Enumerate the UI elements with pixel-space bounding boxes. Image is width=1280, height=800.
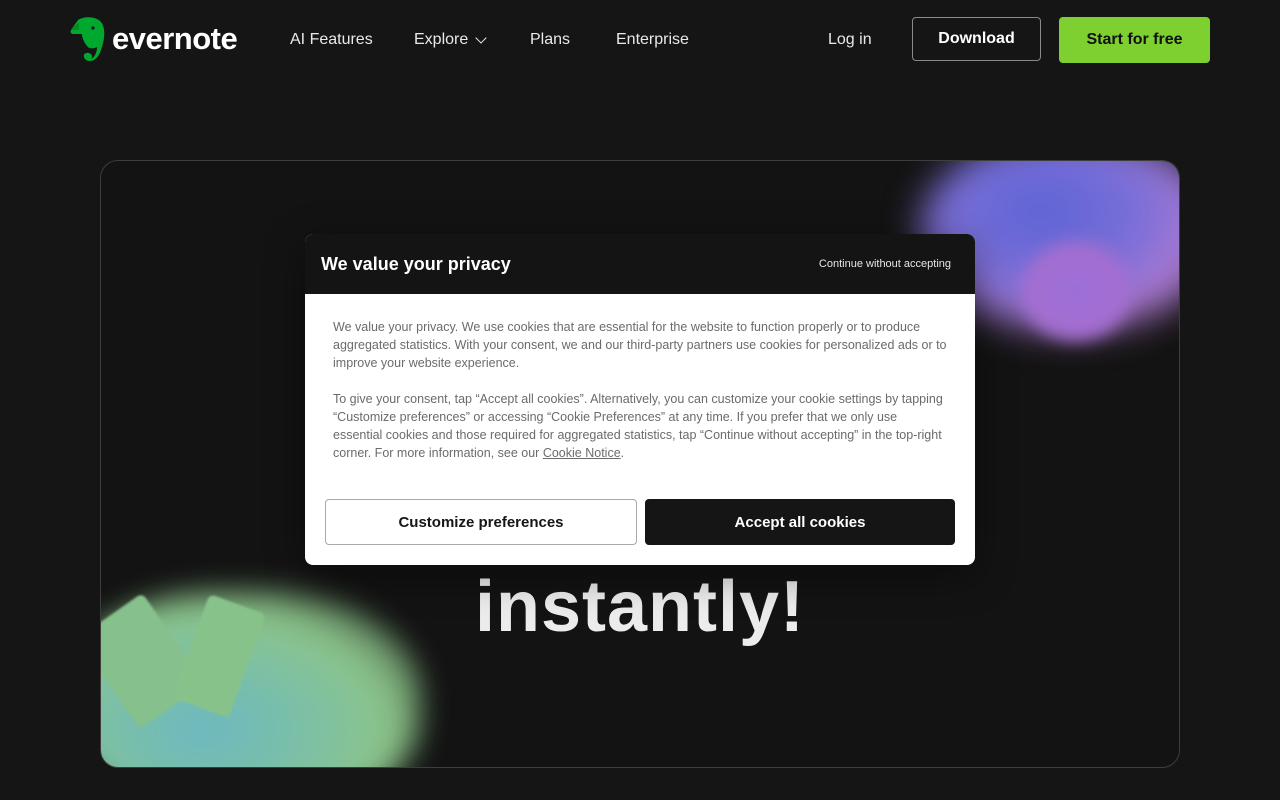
evernote-logo[interactable]: evernote bbox=[70, 16, 238, 62]
decorative-purple-blob-lobe bbox=[1021, 241, 1131, 341]
nav-explore-label: Explore bbox=[414, 31, 469, 48]
customize-preferences-button[interactable]: Customize preferences bbox=[325, 499, 637, 545]
cookie-consent-dialog: We value your privacy Continue without a… bbox=[305, 234, 975, 565]
cookie-paragraph-2-text: To give your consent, tap “Accept all co… bbox=[333, 392, 943, 460]
evernote-elephant-icon bbox=[70, 17, 105, 61]
login-link[interactable]: Log in bbox=[828, 0, 872, 80]
accept-all-cookies-button[interactable]: Accept all cookies bbox=[645, 499, 955, 545]
cookie-dialog-title: We value your privacy bbox=[321, 253, 511, 274]
nav-ai-features[interactable]: AI Features bbox=[290, 0, 373, 80]
start-for-free-button[interactable]: Start for free bbox=[1059, 17, 1210, 63]
continue-without-accepting-link[interactable]: Continue without accepting bbox=[819, 258, 951, 270]
nav-plans[interactable]: Plans bbox=[530, 0, 570, 80]
nav-explore[interactable]: Explore bbox=[414, 0, 487, 80]
download-button[interactable]: Download bbox=[912, 17, 1041, 61]
cookie-dialog-body: We value your privacy. We use cookies th… bbox=[305, 294, 975, 462]
cookie-paragraph-1: We value your privacy. We use cookies th… bbox=[333, 320, 947, 370]
cookie-dialog-header: We value your privacy Continue without a… bbox=[305, 234, 975, 294]
hero-headline: instantly! bbox=[474, 567, 806, 647]
cookie-paragraph-2-period: . bbox=[620, 446, 625, 460]
nav-enterprise[interactable]: Enterprise bbox=[616, 0, 689, 80]
cookie-paragraph-2: To give your consent, tap “Accept all co… bbox=[333, 390, 947, 462]
logo-wordmark: evernote bbox=[112, 21, 238, 56]
chevron-down-icon bbox=[475, 31, 487, 44]
cookie-notice-link[interactable]: Cookie Notice bbox=[543, 446, 621, 460]
